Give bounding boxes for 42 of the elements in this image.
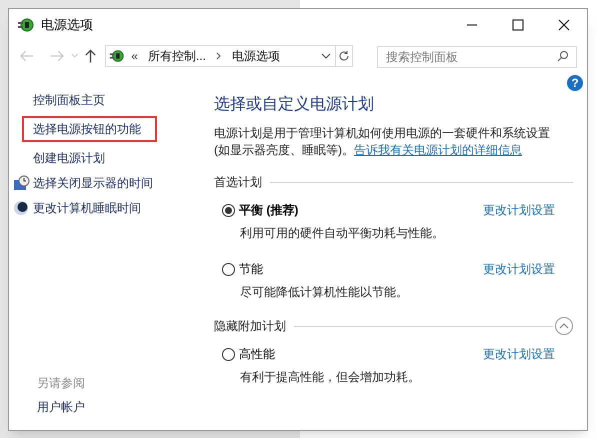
details-link[interactable]: 告诉我有关电源计划的详细信息 [354,143,522,157]
sidebar-link[interactable]: 创建电源计划 [33,148,105,166]
battery-plug-icon [109,48,126,64]
change-settings-link[interactable]: 更改计划设置 [483,260,555,278]
see-also-link[interactable]: 用户帐户 [37,398,214,416]
sidebar-link[interactable]: 选择关闭显示器的时间 [33,174,153,192]
change-settings-link[interactable]: 更改计划设置 [483,201,555,219]
radio-button[interactable] [222,348,235,360]
section-heading: 首选计划 [214,174,262,191]
page-heading: 选择或自定义电源计划 [214,94,375,115]
moon-icon [13,200,29,216]
section-heading: 隐藏附加计划 [214,318,286,335]
plan-description: 有利于提高性能，但会增加功耗。 [239,369,421,386]
chevron-icon [216,52,222,60]
change-settings-link[interactable]: 更改计划设置 [483,345,555,363]
window-title: 电源选项 [41,16,93,34]
plan-name: 高性能 [239,346,275,363]
sidebar-link[interactable]: 选择电源按钮的功能 [22,116,157,142]
address-bar[interactable]: « 所有控制... 电源选项 [105,45,336,67]
breadcrumb-item[interactable]: 所有控制... [148,47,206,65]
monitor-clock-icon [13,174,30,190]
breadcrumb-overflow[interactable]: « [131,47,138,65]
refresh-button[interactable] [336,45,353,67]
radio-button[interactable] [222,204,235,216]
sidebar-link[interactable]: 控制面板主页 [33,90,105,108]
radio-button[interactable] [222,262,235,276]
description: 电源计划是用于管理计算机如何使用电源的一套硬件和系统设置(如显示器亮度、睡眠等)。告诉我有关电源计划的详细信息 [214,125,551,159]
plan-description: 利用可用的硬件自动平衡功耗与性能。 [239,225,445,242]
chevron-up-icon [559,323,569,329]
refresh-icon [338,50,350,62]
search-field[interactable]: 搜索控制面板 [376,46,577,68]
plan-description: 尽可能降低计算机性能以节能。 [239,284,409,301]
see-also-heading: 另请参阅 [37,375,86,392]
plan-name: 节能 [239,261,263,278]
sidebar-link[interactable]: 更改计算机睡眠时间 [33,198,141,216]
up-arrow-icon[interactable] [84,48,98,64]
collapse-button[interactable] [555,317,573,335]
plan-name: 平衡 (推荐) [239,202,298,219]
search-icon [556,50,569,62]
battery-plug-icon [17,16,35,34]
dropdown-caret-icon[interactable] [321,52,332,60]
breadcrumb-item[interactable]: 电源选项 [232,47,280,65]
